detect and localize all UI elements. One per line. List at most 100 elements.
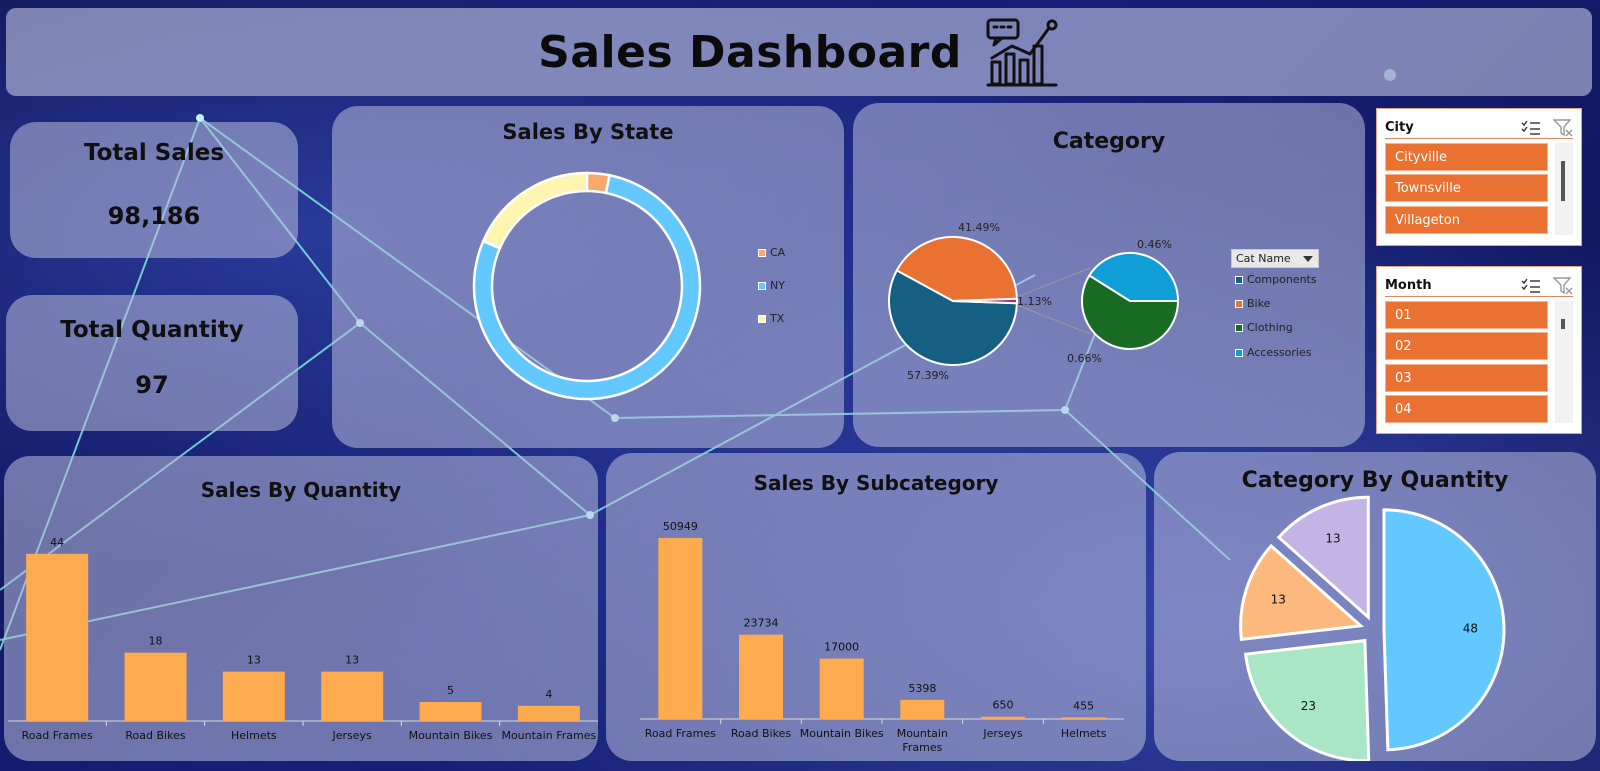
sales-by-quantity-chart: 44 Road Frames 18 Road Bikes 13 Helmets 13 Jers… bbox=[8, 536, 598, 742]
legend-components: Components bbox=[1235, 273, 1317, 286]
bar bbox=[658, 537, 703, 719]
month-slicer-item[interactable]: 03 bbox=[1385, 364, 1548, 392]
data-label: 5 bbox=[447, 684, 454, 697]
tick-label: Road Frames bbox=[22, 729, 93, 742]
tick-label: Mountain Frames bbox=[501, 729, 596, 742]
data-label: 13 bbox=[1325, 531, 1340, 545]
city-slicer-item[interactable]: Cityville bbox=[1385, 143, 1548, 171]
city-slicer-scrollbar[interactable] bbox=[1555, 143, 1573, 235]
sales-by-quantity-panel: Sales By Quantity 44 Road Frames 18 Road Bi… bbox=[4, 456, 598, 761]
total-quantity-value: 97 bbox=[135, 371, 169, 399]
legend-tx-label: TX bbox=[770, 312, 785, 325]
bar bbox=[124, 652, 187, 721]
month-slicer-scrollbar[interactable] bbox=[1555, 301, 1573, 423]
tick-label: Helmets bbox=[231, 729, 277, 742]
bar bbox=[739, 634, 783, 719]
tick-label: Mountain Bikes bbox=[409, 729, 493, 742]
data-label: 23 bbox=[1301, 699, 1316, 713]
data-label: 5398 bbox=[908, 682, 936, 695]
dashboard-title: Sales Dashboard bbox=[538, 26, 962, 78]
total-quantity-card: Total Quantity 97 bbox=[6, 295, 298, 431]
legend-accessories: Accessories bbox=[1235, 346, 1311, 359]
month-slicer-item[interactable]: 02 bbox=[1385, 332, 1548, 360]
data-label: 48 bbox=[1463, 621, 1478, 635]
legend-ny-label: NY bbox=[770, 279, 785, 292]
month-slicer-header: Month bbox=[1385, 275, 1573, 297]
data-label: 4 bbox=[545, 688, 552, 701]
legend-ca: CA bbox=[758, 246, 785, 259]
city-slicer-header: City bbox=[1385, 117, 1573, 139]
city-slicer: City Cityville Townsville Villageton bbox=[1376, 108, 1582, 246]
tick-label: Mountain bbox=[897, 727, 948, 740]
data-label: 0.46% bbox=[1137, 238, 1172, 251]
legend-ny: NY bbox=[758, 279, 785, 292]
sales-by-state-chart bbox=[472, 171, 702, 401]
legend-clothing: Clothing bbox=[1235, 321, 1293, 334]
multi-select-icon[interactable] bbox=[1521, 120, 1541, 136]
data-label: 13 bbox=[1271, 593, 1286, 607]
city-slicer-title: City bbox=[1385, 120, 1414, 135]
clear-filter-icon[interactable] bbox=[1553, 118, 1573, 137]
category-by-quantity-chart: 48 23 13 13 bbox=[1239, 495, 1506, 761]
bar bbox=[819, 658, 864, 719]
month-slicer-item[interactable]: 04 bbox=[1385, 395, 1548, 423]
month-slicer-title: Month bbox=[1385, 278, 1432, 293]
data-label: 23734 bbox=[744, 617, 779, 630]
chevron-down-icon bbox=[1303, 255, 1313, 262]
data-label: 18 bbox=[149, 635, 163, 648]
data-label: 57.39% bbox=[907, 369, 949, 382]
scroll-thumb[interactable] bbox=[1561, 319, 1565, 329]
bar bbox=[1061, 717, 1106, 719]
tick-label: Jerseys bbox=[982, 727, 1023, 740]
sales-by-subcategory-panel: Sales By Subcategory 50949 Road Frames 237… bbox=[606, 453, 1146, 761]
month-slicer: Month 01 02 03 04 bbox=[1376, 266, 1582, 434]
data-label: 50949 bbox=[663, 520, 698, 533]
data-label: 41.49% bbox=[958, 221, 1000, 234]
connector-line bbox=[1016, 304, 1091, 335]
tick-label: Mountain Bikes bbox=[800, 727, 884, 740]
bar bbox=[26, 553, 89, 721]
sales-by-subcategory-chart: 50949 Road Frames 23734 Road Bikes 17000 Moun… bbox=[640, 520, 1124, 754]
pie-slice bbox=[1382, 508, 1506, 752]
category-by-quantity-panel: Category By Quantity 48 23 13 13 bbox=[1154, 452, 1596, 761]
bar bbox=[517, 705, 580, 721]
city-slicer-item[interactable]: Villageton bbox=[1385, 206, 1548, 234]
total-quantity-label: Total Quantity bbox=[60, 317, 244, 343]
cat-name-filter-dropdown[interactable]: Cat Name bbox=[1231, 249, 1319, 268]
legend-ca-label: CA bbox=[770, 246, 786, 259]
category-panel: Category 57.39% 41.49% 1.13% 0.66% 0.46% Cat… bbox=[853, 103, 1365, 447]
tick-label: Jerseys bbox=[332, 729, 373, 742]
total-sales-value: 98,186 bbox=[107, 202, 201, 230]
sales-by-state-panel: Sales By State CA NY TX bbox=[332, 106, 844, 448]
tick-label: Frames bbox=[902, 741, 942, 754]
data-label: 455 bbox=[1073, 699, 1094, 712]
tick-label: Road Bikes bbox=[731, 727, 791, 740]
cat-name-filter-label: Cat Name bbox=[1236, 252, 1291, 265]
data-label: 17000 bbox=[824, 641, 859, 654]
legend-tx: TX bbox=[758, 312, 784, 325]
legend-accessories-label: Accessories bbox=[1247, 346, 1312, 359]
bar bbox=[981, 716, 1025, 719]
legend-clothing-label: Clothing bbox=[1247, 321, 1293, 334]
total-sales-card: Total Sales 98,186 bbox=[10, 122, 298, 258]
month-slicer-item[interactable]: 01 bbox=[1385, 301, 1548, 329]
bar bbox=[222, 671, 285, 721]
connector-line bbox=[1016, 267, 1091, 298]
data-label: 44 bbox=[50, 536, 64, 549]
analytics-chart-icon bbox=[986, 18, 1058, 87]
legend-components-label: Components bbox=[1247, 273, 1317, 286]
data-label: 13 bbox=[247, 654, 261, 667]
data-label: 0.66% bbox=[1067, 352, 1102, 365]
city-slicer-item[interactable]: Townsville bbox=[1385, 174, 1548, 202]
data-label: 650 bbox=[993, 699, 1014, 712]
dashboard-header: Sales Dashboard bbox=[6, 8, 1592, 96]
tick-label: Road Frames bbox=[645, 727, 716, 740]
multi-select-icon[interactable] bbox=[1521, 278, 1541, 294]
legend-bike: Bike bbox=[1235, 297, 1270, 310]
scroll-thumb[interactable] bbox=[1561, 161, 1565, 201]
clear-filter-icon[interactable] bbox=[1553, 276, 1573, 295]
data-label: 13 bbox=[345, 654, 359, 667]
bar bbox=[419, 702, 482, 721]
tick-label: Helmets bbox=[1061, 727, 1107, 740]
bar bbox=[900, 699, 945, 719]
